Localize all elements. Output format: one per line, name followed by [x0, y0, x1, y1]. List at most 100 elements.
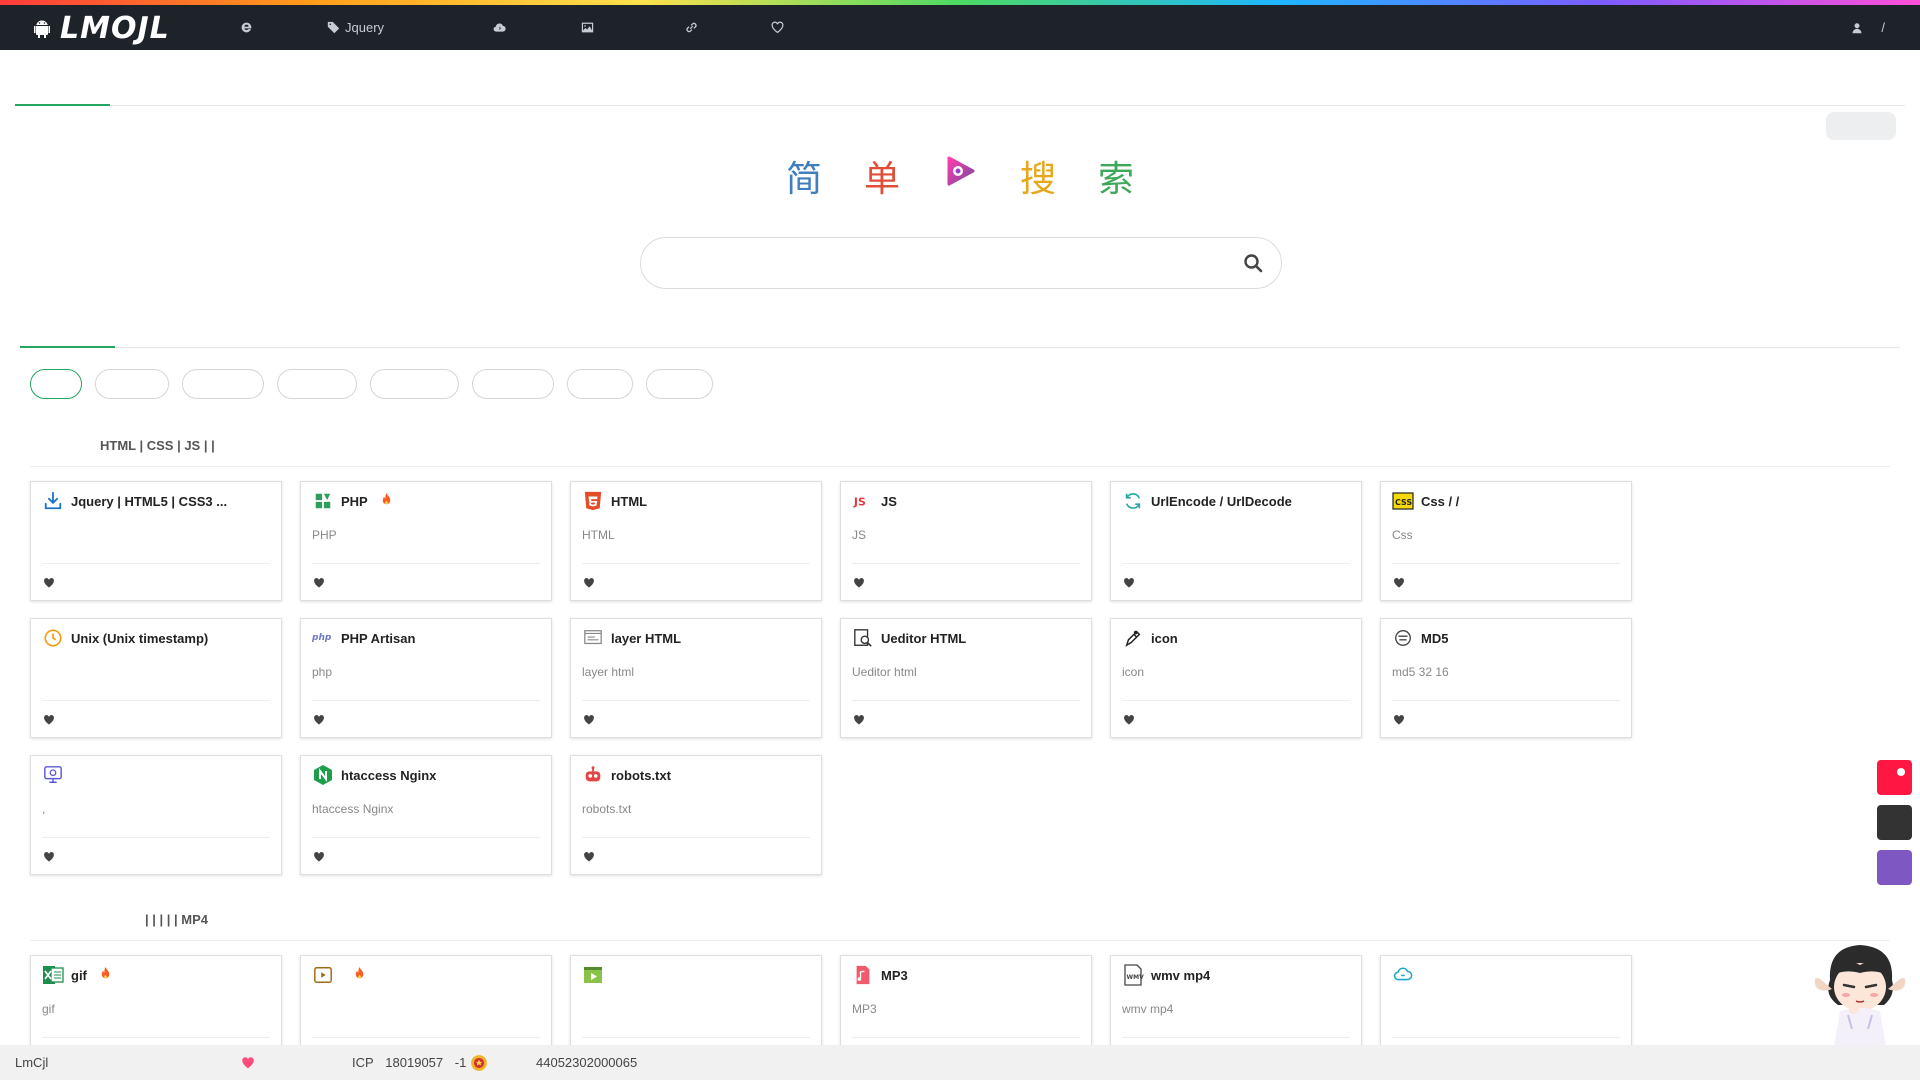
- police-badge-icon: [471, 1054, 488, 1071]
- hero-title-char: 搜: [1019, 159, 1056, 200]
- card-description: Css: [1392, 528, 1413, 542]
- favorite-heart-icon[interactable]: [313, 576, 325, 588]
- nav-item-favorites[interactable]: [771, 5, 789, 50]
- svg-text:WMV: WMV: [1127, 974, 1145, 981]
- favorite-heart-icon[interactable]: [583, 576, 595, 588]
- favorite-heart-icon[interactable]: [1393, 713, 1405, 725]
- card-header: MD5: [1392, 627, 1621, 649]
- card-divider: [312, 700, 540, 701]
- clapper-icon: [582, 964, 604, 986]
- site-logo[interactable]: LMOJL: [30, 11, 170, 46]
- music-file-icon: [852, 964, 874, 986]
- card-divider: [42, 563, 270, 564]
- tool-card[interactable]: PHP PHP: [300, 481, 552, 601]
- category-tab-active-indicator[interactable]: [20, 346, 115, 348]
- nav-item-jquery[interactable]: Jquery: [327, 5, 384, 50]
- tool-card[interactable]: php PHP Artisan php: [300, 618, 552, 738]
- footer: LmCjl ICP 18019057 -1 44052302000065: [0, 1045, 1920, 1080]
- download-icon: [42, 490, 64, 512]
- footer-site[interactable]: LmCjl: [15, 1045, 48, 1080]
- filter-pill[interactable]: [646, 369, 713, 399]
- filter-pill[interactable]: [370, 369, 459, 399]
- card-header: Ueditor HTML: [852, 627, 1081, 649]
- card-title: MD5: [1421, 630, 1449, 646]
- card-header: gif: [42, 964, 271, 986]
- filter-pill[interactable]: [472, 369, 554, 399]
- user-separator: /: [1881, 20, 1885, 35]
- tool-card[interactable]: UrlEncode / UrlDecode: [1110, 481, 1362, 601]
- tool-card[interactable]: HTML HTML: [570, 481, 822, 601]
- favorite-heart-icon[interactable]: [43, 713, 55, 725]
- filter-pill[interactable]: [95, 369, 169, 399]
- filter-pill[interactable]: [277, 369, 357, 399]
- card-divider: [852, 563, 1080, 564]
- footer-heart: [241, 1045, 255, 1080]
- card-header: WMV wmv mp4: [1122, 964, 1351, 986]
- favorite-heart-icon[interactable]: [583, 850, 595, 862]
- favorite-heart-icon[interactable]: [1123, 713, 1135, 725]
- favorite-heart-icon[interactable]: [43, 576, 55, 588]
- card-header: [42, 764, 271, 786]
- search-icon[interactable]: [1243, 253, 1263, 273]
- card-header: htaccess Nginx: [312, 764, 541, 786]
- css-icon: CSS: [1392, 490, 1414, 512]
- footer-icp[interactable]: ICP 18019057 -1: [352, 1045, 488, 1080]
- tool-card[interactable]: layer HTML layer html: [570, 618, 822, 738]
- favorite-heart-icon[interactable]: [853, 713, 865, 725]
- tool-card[interactable]: JS JS JS: [840, 481, 1092, 601]
- mascot-image[interactable]: [1810, 935, 1910, 1047]
- filter-pill[interactable]: [30, 369, 82, 399]
- favorite-heart-icon[interactable]: [313, 713, 325, 725]
- tool-card[interactable]: robots.txt robots.txt: [570, 755, 822, 875]
- tool-card[interactable]: Ueditor HTML Ueditor html: [840, 618, 1092, 738]
- filter-pill[interactable]: [567, 369, 633, 399]
- favorite-heart-icon[interactable]: [313, 850, 325, 862]
- user-nav: /: [1851, 5, 1885, 50]
- side-purple-button[interactable]: [1877, 850, 1912, 885]
- card-header: icon: [1122, 627, 1351, 649]
- tool-card[interactable]: MD5 md5 32 16: [1380, 618, 1632, 738]
- nav-item-cloud[interactable]: [493, 5, 511, 50]
- logo-text: LMOJL: [60, 11, 170, 46]
- tool-card[interactable]: ,: [30, 755, 282, 875]
- nav-item-ie[interactable]: [240, 5, 258, 50]
- image-icon: [581, 22, 594, 33]
- card-header: Unix (Unix timestamp): [42, 627, 271, 649]
- favorite-heart-icon[interactable]: [853, 576, 865, 588]
- filter-pill[interactable]: [182, 369, 264, 399]
- tool-card[interactable]: htaccess Nginx htaccess Nginx: [300, 755, 552, 875]
- php-text-icon: php: [312, 627, 334, 649]
- nav-item-link[interactable]: [685, 5, 703, 50]
- hero-title-char: 单: [863, 159, 900, 200]
- card-divider: [42, 700, 270, 701]
- search-input[interactable]: [663, 238, 1223, 288]
- card-header: JS JS: [852, 490, 1081, 512]
- side-red-button[interactable]: [1877, 760, 1912, 795]
- top-tab-active-indicator[interactable]: [15, 104, 110, 106]
- heart-icon: [242, 1056, 254, 1068]
- tool-card[interactable]: icon icon: [1110, 618, 1362, 738]
- side-dark-button[interactable]: [1877, 805, 1912, 840]
- tool-card[interactable]: CSS Css / / Css: [1380, 481, 1632, 601]
- nav-item-image[interactable]: [581, 5, 599, 50]
- tool-card[interactable]: Jquery | HTML5 | CSS3 ...: [30, 481, 282, 601]
- favorite-heart-icon[interactable]: [1393, 576, 1405, 588]
- user-icon[interactable]: [1851, 22, 1863, 34]
- card-divider: [582, 700, 810, 701]
- card-header: robots.txt: [582, 764, 811, 786]
- favorite-heart-icon[interactable]: [1123, 576, 1135, 588]
- favorite-heart-icon[interactable]: [43, 850, 55, 862]
- footer-police-number[interactable]: 44052302000065: [536, 1045, 637, 1080]
- card-title: icon: [1151, 630, 1178, 646]
- card-header: [312, 964, 541, 986]
- tool-card[interactable]: Unix (Unix timestamp): [30, 618, 282, 738]
- section-title: HTML | CSS | JS | |: [100, 438, 215, 453]
- card-header: layer HTML: [582, 627, 811, 649]
- card-divider: [1122, 1037, 1350, 1038]
- top-navbar: LMOJL Jquery /: [0, 5, 1920, 50]
- favorite-heart-icon[interactable]: [583, 713, 595, 725]
- card-divider: [852, 1037, 1080, 1038]
- toggle-pill-button[interactable]: [1826, 112, 1896, 140]
- card-title: Css / /: [1421, 493, 1460, 509]
- card-title: UrlEncode / UrlDecode: [1151, 493, 1292, 509]
